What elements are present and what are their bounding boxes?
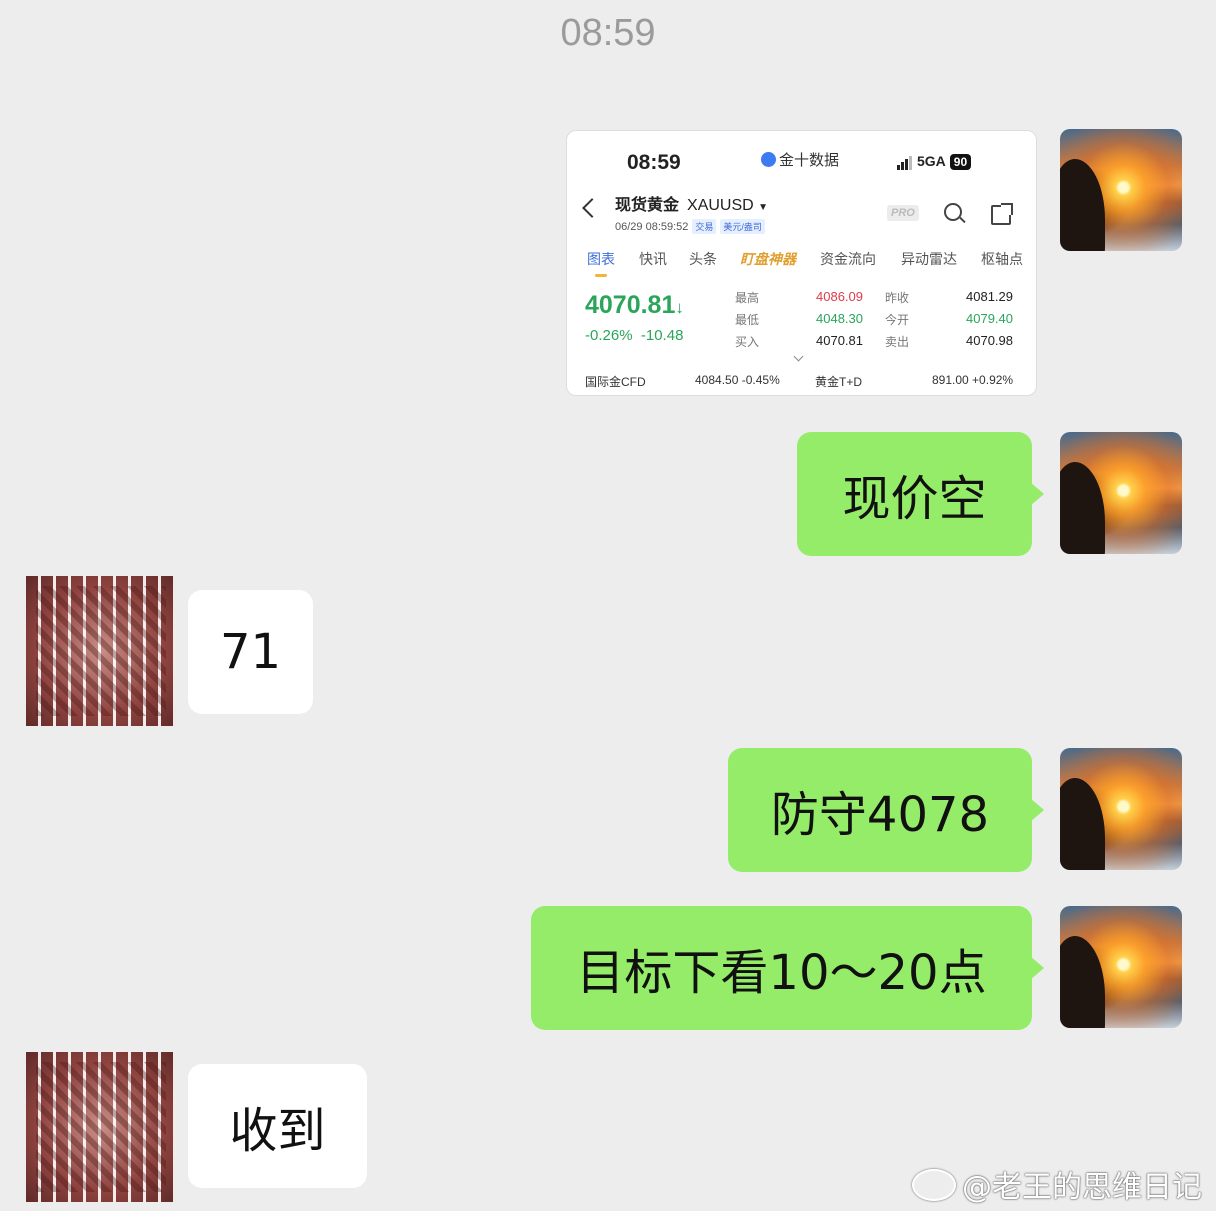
pro-badge: PRO (887, 205, 919, 221)
message-bubble-outgoing[interactable]: 现价空 (797, 432, 1044, 556)
buy-value: 4070.81 (816, 333, 863, 348)
prev-close-value: 4081.29 (966, 289, 1013, 304)
open-label: 今开 (885, 313, 910, 327)
td-label: 黄金T+D (815, 375, 863, 389)
tab-monitor: 盯盘神器 (740, 251, 796, 267)
tab-news: 快讯 (639, 251, 667, 267)
self-avatar[interactable] (1060, 432, 1182, 554)
app-logo-icon (761, 152, 776, 167)
prev-close-label: 昨收 (885, 291, 910, 305)
watermark: @老王的思维日记 (912, 1162, 1202, 1206)
self-avatar[interactable] (1060, 129, 1182, 251)
shared-screenshot[interactable]: 08:59 金十数据 5GA 90 现货黄金 XAUUSD ▼ 06/29 08:5… (566, 130, 1037, 396)
current-price: 4070.81↓ (585, 291, 684, 319)
cfd-quote: 4084.50 -0.45% (695, 373, 780, 387)
td-quote: 891.00 +0.92% (932, 373, 1014, 387)
high-value: 4086.09 (816, 289, 863, 304)
share-icon (991, 203, 1013, 225)
message-bubble-incoming[interactable]: 收到 (188, 1064, 367, 1188)
tab-radar: 异动雷达 (901, 251, 957, 267)
low-value: 4048.30 (816, 311, 863, 326)
search-icon (944, 203, 962, 221)
buy-label: 买入 (735, 335, 760, 349)
self-avatar[interactable] (1060, 906, 1182, 1028)
open-value: 4079.40 (966, 311, 1013, 326)
price-change: -0.26% -10.48 (585, 327, 684, 344)
instrument-title: 现货黄金 XAUUSD ▼ (615, 197, 769, 214)
contact-avatar[interactable] (26, 576, 176, 726)
self-avatar[interactable] (1060, 748, 1182, 870)
expand-chevron-icon (793, 351, 804, 362)
back-icon (582, 198, 602, 218)
tab-pivot: 枢轴点 (981, 251, 1023, 267)
cfd-label: 国际金CFD (585, 375, 646, 389)
message-bubble-outgoing[interactable]: 防守4078 (728, 748, 1044, 872)
chat-timestamp: 08:59 (560, 12, 656, 54)
tab-chart: 图表 (587, 251, 615, 277)
instrument-subtitle: 06/29 08:59:52 交易 美元/盎司 (615, 219, 765, 234)
tab-fund-flow: 资金流向 (820, 251, 876, 267)
contact-avatar[interactable] (26, 1052, 176, 1202)
high-label: 最高 (735, 291, 760, 305)
down-arrow-icon: ↓ (675, 298, 684, 317)
battery-icon: 90 (949, 154, 972, 170)
app-name-label: 金十数据 (761, 149, 839, 170)
weibo-icon (912, 1169, 956, 1201)
status-bar: 5GA 90 (897, 153, 972, 170)
message-bubble-outgoing[interactable]: 目标下看10～20点 (531, 906, 1044, 1030)
tab-headlines: 头条 (689, 251, 717, 267)
message-bubble-incoming[interactable]: 71 (188, 590, 313, 714)
sell-label: 卖出 (885, 335, 910, 349)
low-label: 最低 (735, 313, 760, 327)
status-time: 08:59 (627, 151, 681, 174)
sell-value: 4070.98 (966, 333, 1013, 348)
signal-icon (897, 154, 913, 170)
